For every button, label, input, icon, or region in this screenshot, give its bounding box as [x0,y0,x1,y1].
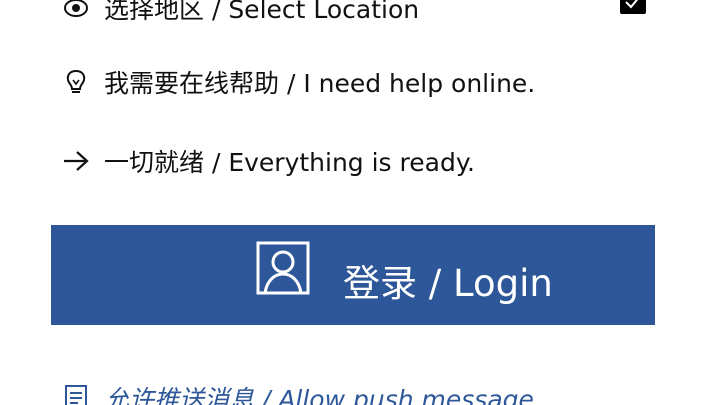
page: 选择地区 / Select Location 我需要在线帮助 / I need … [0,0,718,405]
select-location-label: 选择地区 / Select Location [104,0,420,24]
allow-push-label: 允许推送消息 / Allow push message [104,385,534,405]
location-eye-icon [62,0,90,22]
everything-ready-label: 一切就绪 / Everything is ready. [104,148,476,177]
arrow-right-icon [62,147,90,175]
help-online-option[interactable]: 我需要在线帮助 / I need help online. [62,62,535,102]
lightbulb-icon [62,68,90,96]
check-icon [625,0,639,9]
allow-push-option[interactable]: 允许推送消息 / Allow push message [62,378,534,405]
login-button[interactable]: 登录 / Login [51,225,655,325]
help-online-label: 我需要在线帮助 / I need help online. [104,69,536,98]
user-portrait-icon [256,241,310,295]
login-label: 登录 / Login [343,262,553,305]
location-checkbox[interactable] [620,0,646,14]
everything-ready-option[interactable]: 一切就绪 / Everything is ready. [62,141,475,181]
select-location-option[interactable]: 选择地区 / Select Location [62,0,419,28]
document-icon [62,384,90,405]
